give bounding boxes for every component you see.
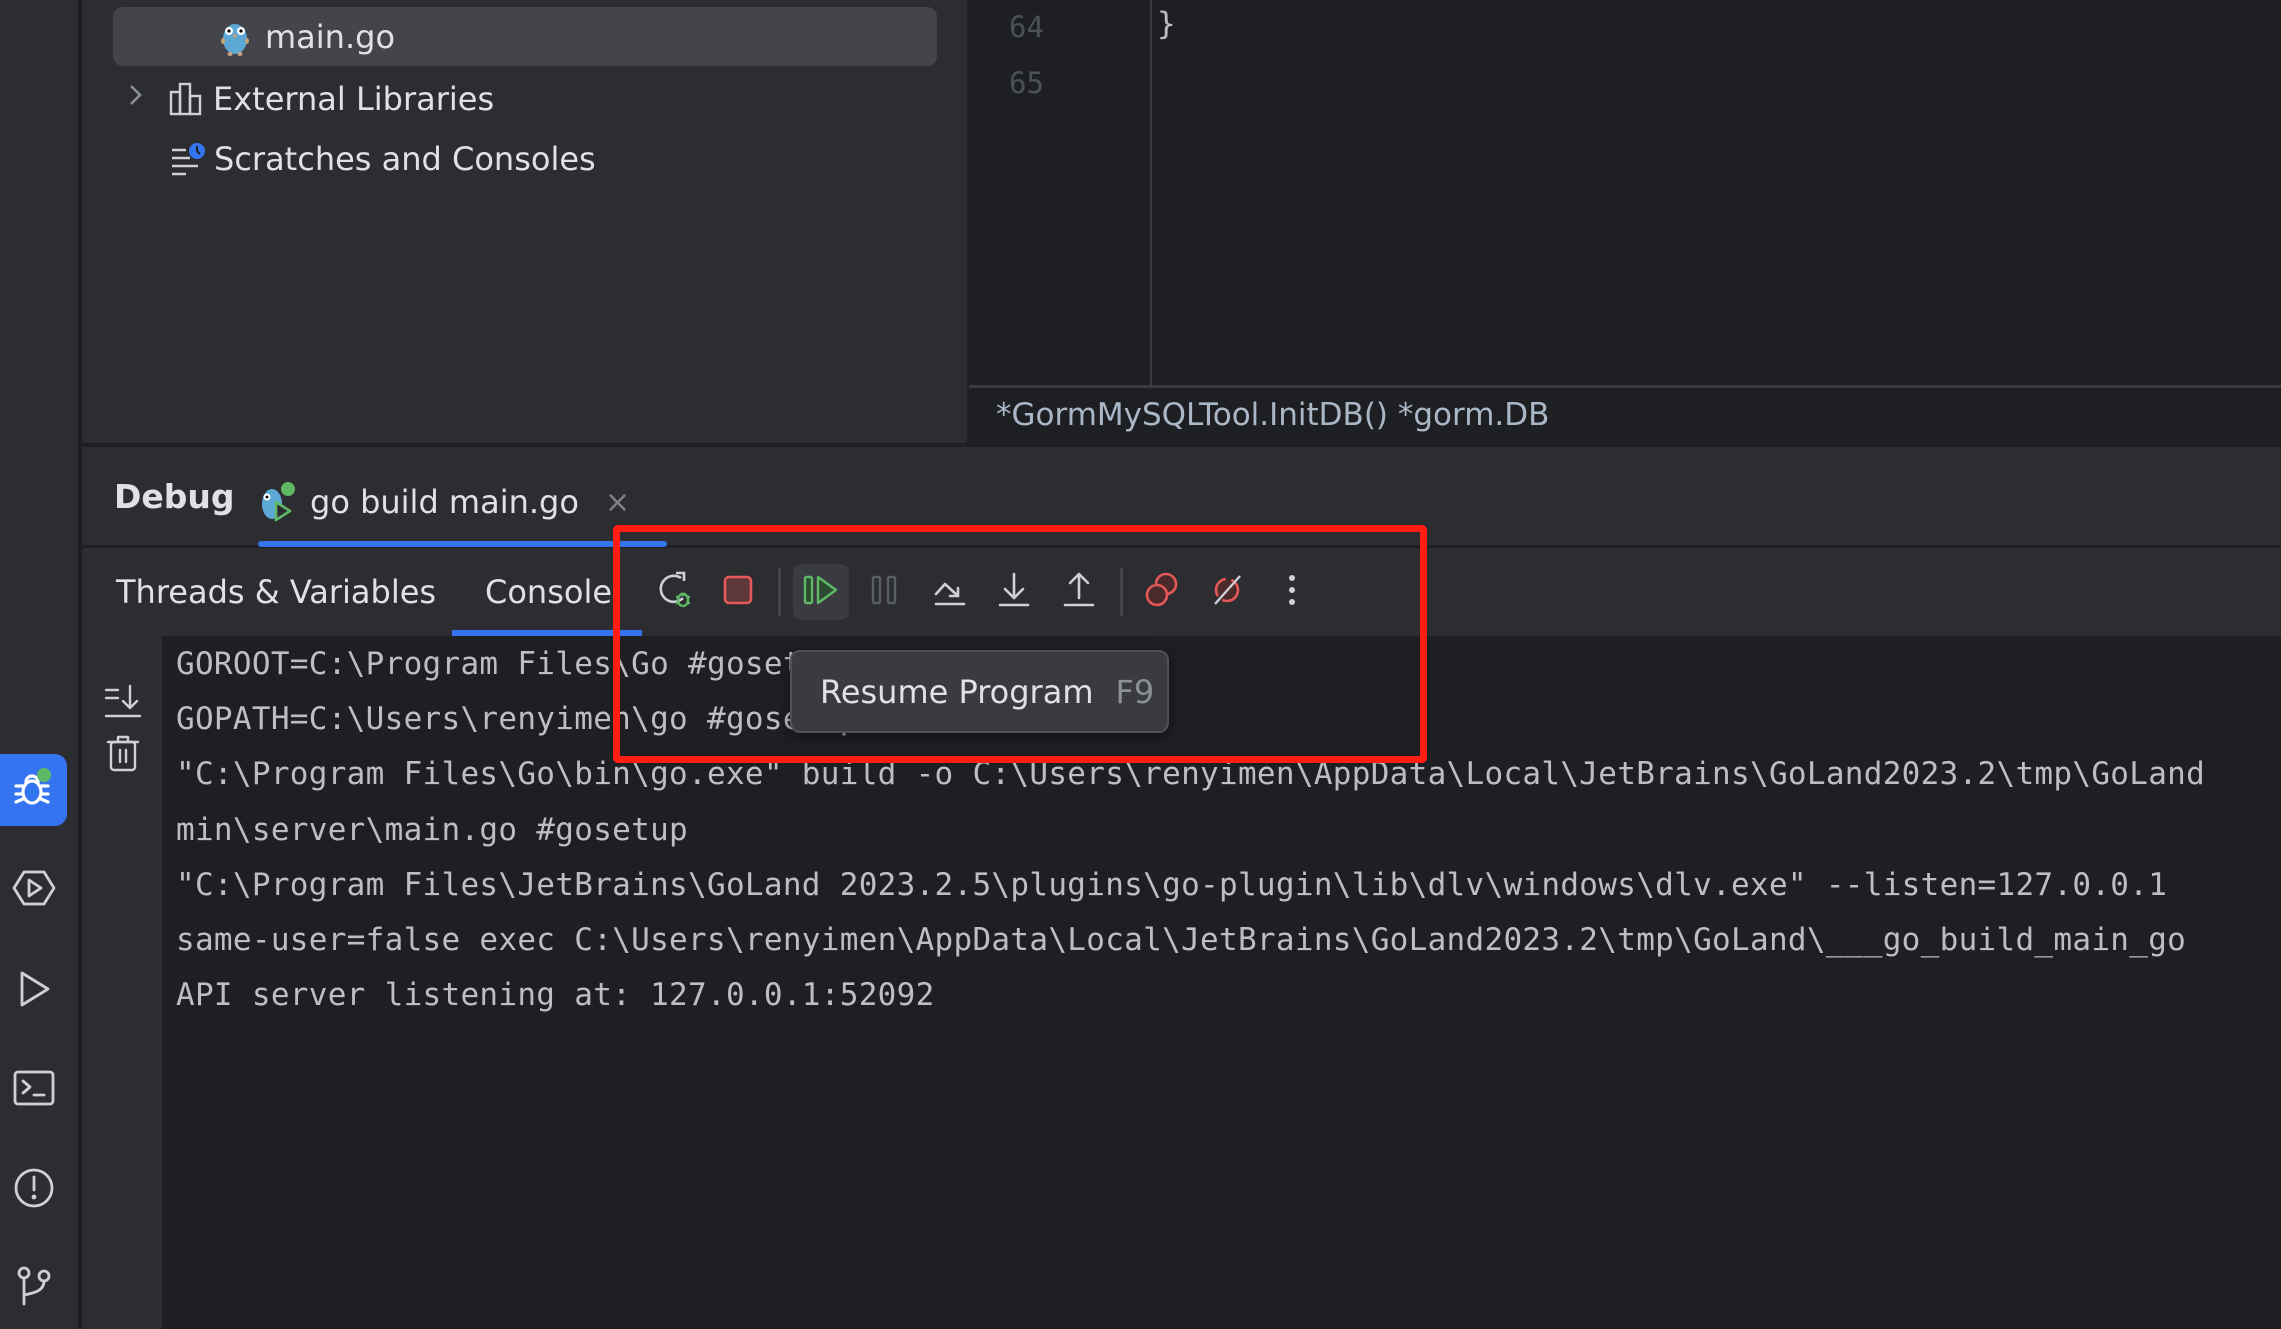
console-side-toolbar [82,636,162,1329]
breadcrumb[interactable]: *GormMySQLTool.InitDB() *gorm.DB [996,397,1549,433]
code-editor[interactable]: 64 65 } [969,0,2281,385]
console-line: "C:\Program Files\JetBrains\GoLand 2023.… [176,867,2168,903]
console-line: same-user=false exec C:\Users\renyimen\A… [176,922,2187,958]
tree-item-label: External Libraries [213,79,495,118]
tree-item-main-go[interactable]: main.go [113,7,937,66]
project-panel: main.go External Libraries Scratches and… [82,0,967,443]
library-icon [169,82,203,116]
active-tab-indicator [258,541,667,547]
console-line: min\server\main.go #gosetup [176,812,689,848]
line-number: 65 [1009,66,1044,100]
code-line: } [1157,6,1176,42]
tab-console[interactable]: Console [485,548,612,636]
editor-gutter-divider [1150,0,1152,385]
git-tool-button[interactable] [0,1252,67,1324]
go-gopher-file-icon [218,17,252,57]
terminal-icon [10,1064,58,1116]
close-icon[interactable]: × [605,485,630,520]
clear-all-button[interactable] [102,732,144,774]
debug-tool-button[interactable] [0,754,67,826]
annotation-highlight-box [613,525,1427,763]
breadcrumb-bar: *GormMySQLTool.InitDB() *gorm.DB [969,385,2281,443]
services-icon [10,864,58,916]
run-configuration-tab[interactable]: go build main.go × [258,467,630,537]
console-line: API server listening at: 127.0.0.1:52092 [176,977,935,1013]
git-branch-icon [10,1262,58,1314]
tree-item-label: main.go [265,17,396,56]
trash-icon [102,735,144,778]
services-tool-button[interactable] [0,854,67,926]
tree-item-label: Scratches and Consoles [214,139,596,178]
bug-icon [10,764,58,816]
terminal-tool-button[interactable] [0,1054,67,1126]
scratches-icon [170,142,206,176]
scroll-to-end-button[interactable] [102,680,144,722]
problems-tool-button[interactable] [0,1154,67,1226]
chevron-right-icon[interactable] [125,80,147,118]
run-tool-button[interactable] [0,955,67,1027]
run-icon [10,965,58,1017]
tab-threads-variables[interactable]: Threads & Variables [116,548,436,636]
tree-item-external-libraries[interactable]: External Libraries [125,69,494,128]
tree-item-scratches-and-consoles[interactable]: Scratches and Consoles [170,129,596,188]
scroll-to-end-icon [102,684,144,726]
line-number: 64 [1009,10,1044,44]
problems-icon [10,1164,58,1216]
run-tab-label: go build main.go [310,483,579,521]
tool-window-strip [0,0,80,1329]
tool-window-title: Debug [114,477,235,516]
go-debug-run-icon [258,480,298,524]
